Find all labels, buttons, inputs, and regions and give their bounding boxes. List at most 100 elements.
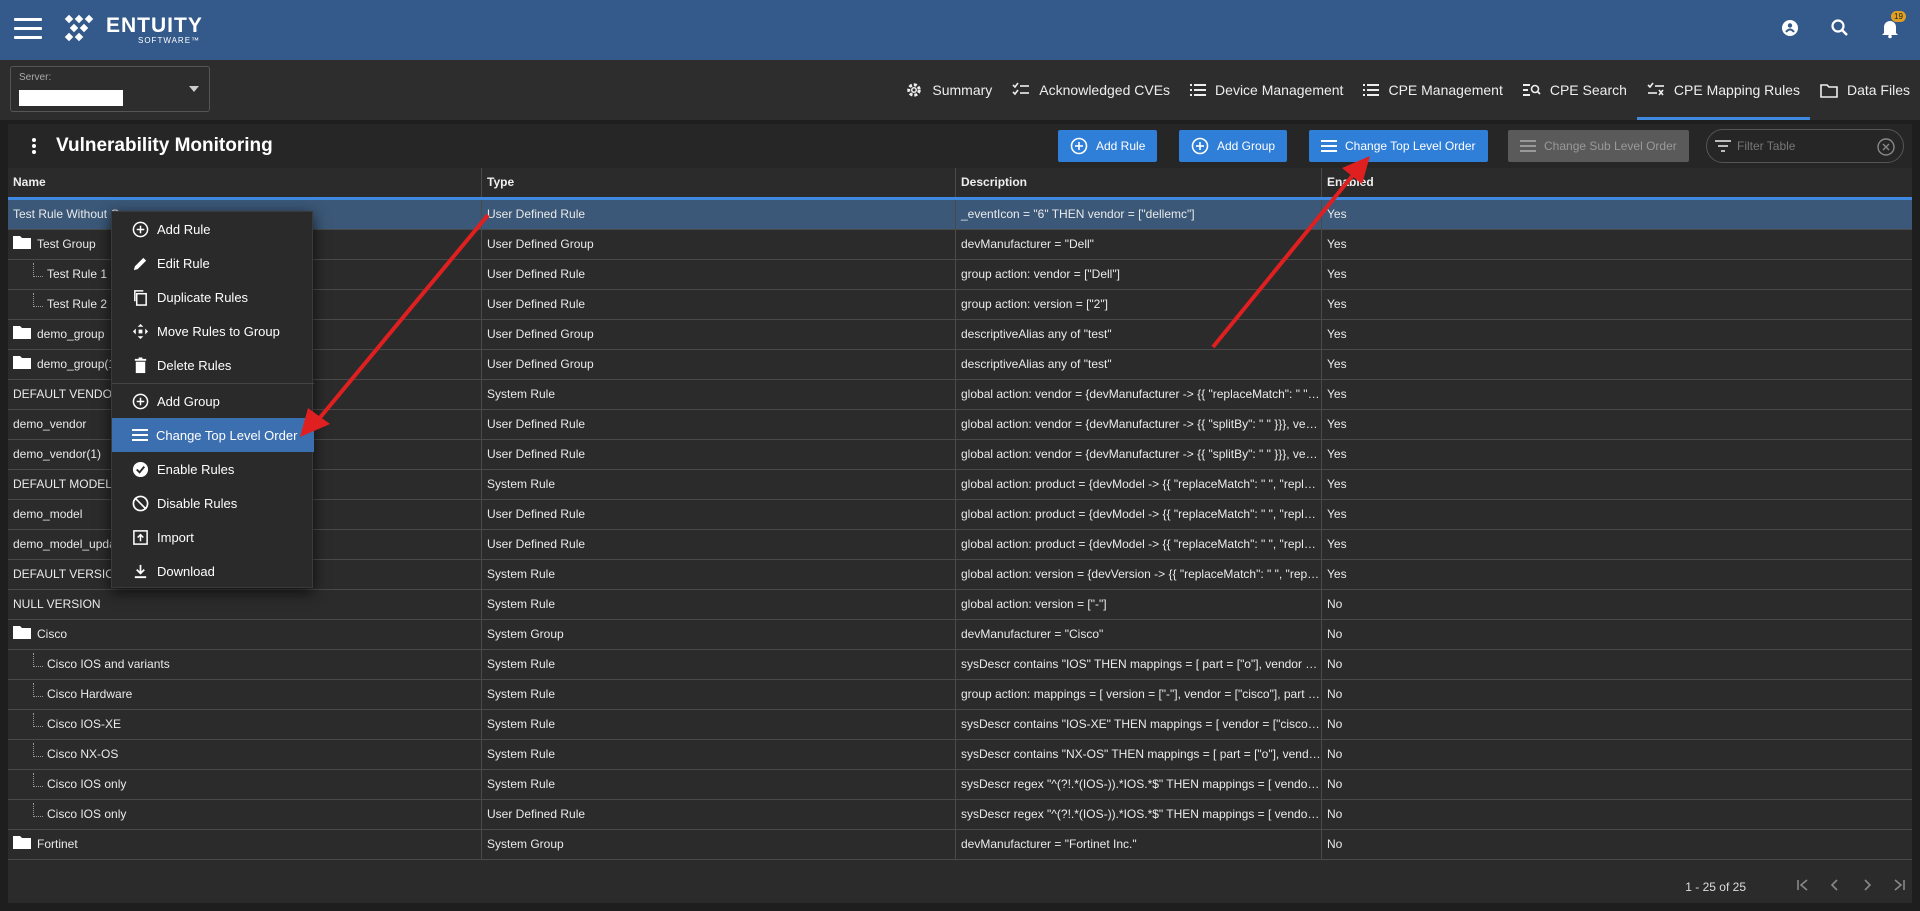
menu-item-change-top-level-order[interactable]: Change Top Level Order <box>112 418 314 452</box>
table-row[interactable]: Cisco NX-OS System Rule sysDescr contains … <box>8 740 1912 770</box>
cell-enabled: Yes <box>1327 297 1347 311</box>
cell-type: User Defined Group <box>482 350 956 380</box>
menu-item-edit-rule[interactable]: Edit Rule <box>112 246 314 280</box>
cell-enabled: No <box>1327 597 1343 611</box>
table-row[interactable]: Cisco IOS-XE System Rule sysDescr contains… <box>8 710 1912 740</box>
table-row[interactable]: Cisco IOS and variants System Rule sysDesc… <box>8 650 1912 680</box>
column-header-enabled[interactable]: Enabled <box>1322 168 1912 197</box>
menu-item-add-group[interactable]: Add Group <box>112 384 314 418</box>
tab-cpe-search[interactable]: CPE Search <box>1513 60 1637 120</box>
table-row[interactable]: Fortinet System Group devManufacturer = "F… <box>8 830 1912 860</box>
cell-enabled: No <box>1327 777 1343 791</box>
menu-item-download[interactable]: Download <box>112 554 314 588</box>
tree-connector <box>33 293 43 307</box>
menu-item-move-rules-to-group[interactable]: Move Rules to Group <box>112 314 314 348</box>
tab-cpe-management[interactable]: CPE Management <box>1353 60 1512 120</box>
row-name: Test Rule 2 <box>47 297 108 311</box>
notifications-bell-icon[interactable]: 19 <box>1878 11 1906 40</box>
row-name: demo_model <box>13 507 83 521</box>
cell-type: User Defined Rule <box>482 530 956 560</box>
tab-cpe-mapping-rules[interactable]: CPE Mapping Rules <box>1636 60 1811 120</box>
menu-item-label: Duplicate Rules <box>157 289 249 305</box>
cell-type: System Rule <box>482 560 956 590</box>
change-sub-level-order-button[interactable]: Change Sub Level Order <box>1508 130 1689 162</box>
user-icon[interactable] <box>1778 16 1802 40</box>
cell-enabled: No <box>1327 627 1343 641</box>
row-name: DEFAULT MODEL <box>13 477 112 491</box>
menu-item-enable-rules[interactable]: Enable Rules <box>112 452 314 486</box>
row-name: Cisco NX-OS <box>47 747 119 761</box>
cell-enabled: No <box>1327 687 1343 701</box>
menu-item-label: Change Top Level Order <box>156 427 298 443</box>
cell-type: System Rule <box>482 710 956 740</box>
tree-connector <box>33 653 43 667</box>
hamburger-menu-icon[interactable] <box>14 18 42 40</box>
logo-subtext: SOFTWARE™ <box>138 36 201 45</box>
table-row[interactable]: Cisco IOS only User Defined Rule sysDescr … <box>8 800 1912 830</box>
cell-description: global action: version = {devVersion -> … <box>956 560 1322 590</box>
clear-icon[interactable] <box>1877 138 1895 156</box>
menu-item-label: Add Group <box>157 393 220 409</box>
menu-item-label: Enable Rules <box>157 461 235 477</box>
menu-item-add-rule[interactable]: Add Rule <box>112 212 314 246</box>
server-select[interactable]: Server: <box>10 66 210 112</box>
import-icon <box>133 529 148 545</box>
button-label: Change Top Level Order <box>1345 139 1476 153</box>
row-name: NULL VERSION <box>13 597 101 611</box>
menu-item-duplicate-rules[interactable]: Duplicate Rules <box>112 280 314 314</box>
cell-type: System Rule <box>482 380 956 410</box>
tab-label: CPE Mapping Rules <box>1673 82 1800 98</box>
menu-item-label: Disable Rules <box>157 495 238 511</box>
row-name: DEFAULT VENDOR <box>13 387 121 401</box>
menu-item-import[interactable]: Import <box>112 520 314 554</box>
menu-item-delete-rules[interactable]: Delete Rules <box>112 348 314 382</box>
filter-input[interactable] <box>1737 139 1877 153</box>
next-page-icon[interactable] <box>1860 878 1874 892</box>
tab-data-files[interactable]: Data Files <box>1810 60 1920 120</box>
add-group-button[interactable]: Add Group <box>1179 130 1288 162</box>
previous-page-icon[interactable] <box>1828 878 1842 892</box>
last-page-icon[interactable] <box>1892 878 1906 892</box>
logo-text: ENTUITY <box>106 14 203 37</box>
menu-item-disable-rules[interactable]: Disable Rules <box>112 486 314 520</box>
table-row[interactable]: Cisco IOS only System Rule sysDescr regex … <box>8 770 1912 800</box>
kebab-menu-icon[interactable] <box>32 138 36 156</box>
pencil-icon <box>133 257 147 270</box>
tab-device-management[interactable]: Device Management <box>1180 60 1353 120</box>
cell-enabled: Yes <box>1327 417 1347 431</box>
cell-description: global action: vendor = {devManufacturer… <box>956 440 1322 470</box>
tab-summary[interactable]: Summary <box>895 60 1002 120</box>
tree-connector <box>33 683 43 697</box>
cell-description: global action: vendor = {devManufacturer… <box>956 410 1322 440</box>
cell-enabled: No <box>1327 837 1343 851</box>
menu-item-label: Delete Rules <box>157 357 232 373</box>
column-header-type[interactable]: Type <box>482 168 956 197</box>
search-icon[interactable] <box>1828 16 1852 40</box>
table-row[interactable]: NULL VERSION System Rule global action: ve… <box>8 590 1912 620</box>
cell-type: System Rule <box>482 740 956 770</box>
button-label: Add Group <box>1217 139 1276 153</box>
first-page-icon[interactable] <box>1796 878 1810 892</box>
tab-acknowledged-cves[interactable]: Acknowledged CVEs <box>1002 60 1180 120</box>
cell-name: Cisco NX-OS <box>8 740 482 770</box>
folder-icon <box>13 835 31 849</box>
gear-icon <box>907 83 922 97</box>
notification-badge: 19 <box>1891 11 1906 22</box>
row-name: Cisco Hardware <box>47 687 133 701</box>
list-icon <box>1190 84 1207 96</box>
table-row[interactable]: Cisco System Group devManufacturer = "Cisc… <box>8 620 1912 650</box>
cell-description: sysDescr contains "NX-OS" THEN mappings … <box>956 740 1322 770</box>
cell-enabled: No <box>1327 657 1343 671</box>
column-header-description[interactable]: Description <box>956 168 1322 197</box>
change-top-level-order-button[interactable]: Change Top Level Order <box>1309 130 1488 162</box>
download-icon <box>134 564 147 578</box>
table-row[interactable]: Cisco Hardware System Rule group action: m… <box>8 680 1912 710</box>
cell-enabled: Yes <box>1327 537 1347 551</box>
cell-description: group action: vendor = ["Dell"] <box>956 260 1322 290</box>
row-name: Test Rule 1 <box>47 267 108 281</box>
add-rule-button[interactable]: Add Rule <box>1058 130 1158 162</box>
column-header-name[interactable]: Name <box>8 168 482 197</box>
filter-table-field[interactable] <box>1706 129 1904 163</box>
folder-icon <box>1820 83 1838 98</box>
cell-name: Cisco IOS only <box>8 770 482 800</box>
